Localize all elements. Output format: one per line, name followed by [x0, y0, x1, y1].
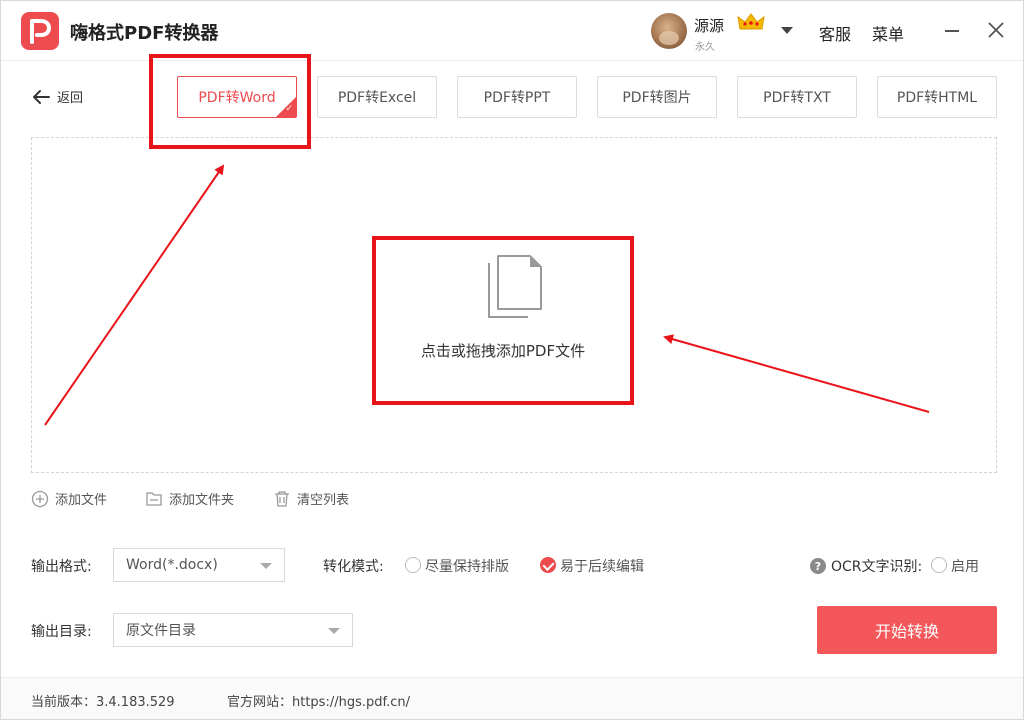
start-convert-button[interactable]: 开始转换: [817, 606, 997, 654]
tab-pdf-to-html[interactable]: PDF转HTML: [877, 76, 997, 118]
highlight-box-dropzone: [372, 236, 634, 405]
output-format-value: Word(*.docx): [126, 557, 218, 573]
back-label: 返回: [57, 91, 84, 106]
close-icon[interactable]: [987, 21, 1005, 39]
trash-icon: [275, 490, 289, 507]
output-format-select[interactable]: Word(*.docx): [113, 548, 285, 582]
add-folder-label: 添加文件夹: [169, 493, 235, 508]
arrow-left-icon: [33, 89, 50, 104]
ocr-label: OCR文字识别:: [831, 559, 923, 575]
mode-easy-edit-radio[interactable]: [540, 557, 556, 573]
tab-pdf-to-ppt[interactable]: PDF转PPT: [457, 76, 577, 118]
app-window: 嗨格式PDF转换器 源源 永久 客服 菜单 返回 PDF转Word ✓ PDF转…: [0, 0, 1024, 720]
tab-label: PDF转HTML: [896, 90, 978, 106]
menu-link[interactable]: 菜单: [872, 21, 904, 45]
membership-label: 永久: [695, 42, 715, 53]
logo-p-icon: [30, 19, 51, 44]
chevron-down-icon: [328, 628, 340, 634]
title-bar: 嗨格式PDF转换器 源源 永久 客服 菜单: [1, 1, 1023, 61]
website-link[interactable]: 官方网站：https://hgs.pdf.cn/: [227, 691, 410, 710]
customer-service-link[interactable]: 客服: [819, 21, 851, 45]
output-directory-select[interactable]: 原文件目录: [113, 613, 353, 647]
tab-label: PDF转图片: [622, 90, 692, 106]
app-logo: [21, 12, 59, 50]
mode-easy-edit-label[interactable]: 易于后续编辑: [560, 556, 644, 576]
tab-pdf-to-image[interactable]: PDF转图片: [597, 76, 717, 118]
user-name[interactable]: 源源: [694, 15, 724, 36]
chevron-down-icon: [260, 563, 272, 569]
clear-list-label: 清空列表: [297, 493, 350, 508]
highlight-box-tab: [149, 54, 311, 149]
user-dropdown-caret-icon[interactable]: [781, 27, 793, 34]
add-folder-button[interactable]: 添加文件夹: [145, 489, 234, 508]
help-icon[interactable]: ?: [810, 558, 826, 574]
tab-label: PDF转TXT: [763, 90, 831, 106]
conversion-mode-label: 转化模式:: [323, 559, 384, 575]
folder-icon: [146, 491, 162, 506]
user-avatar[interactable]: [651, 13, 687, 49]
mode-keep-layout-radio[interactable]: [405, 557, 421, 573]
ocr-enable-label[interactable]: 启用: [951, 556, 979, 576]
tab-pdf-to-txt[interactable]: PDF转TXT: [737, 76, 857, 118]
tab-label: PDF转PPT: [483, 90, 551, 106]
app-title: 嗨格式PDF转换器: [70, 23, 219, 44]
tab-label: PDF转Excel: [337, 90, 417, 106]
status-bar: 当前版本：3.4.183.529 官方网站：https://hgs.pdf.cn…: [1, 677, 1023, 719]
crown-icon: [737, 13, 765, 30]
output-format-label: 输出格式:: [31, 559, 92, 575]
add-circle-icon: [31, 490, 49, 507]
add-file-button[interactable]: 添加文件: [31, 489, 107, 508]
back-button[interactable]: 返回: [31, 87, 83, 106]
output-directory-label: 输出目录:: [31, 624, 92, 640]
mode-keep-layout-label[interactable]: 尽量保持排版: [425, 556, 509, 576]
tab-pdf-to-excel[interactable]: PDF转Excel: [317, 76, 437, 118]
ocr-enable-checkbox[interactable]: [931, 557, 947, 573]
minimize-icon[interactable]: [945, 30, 959, 32]
version-text: 当前版本：3.4.183.529: [31, 695, 175, 710]
clear-list-button[interactable]: 清空列表: [273, 489, 349, 508]
add-file-label: 添加文件: [55, 493, 108, 508]
output-directory-value: 原文件目录: [126, 623, 196, 639]
